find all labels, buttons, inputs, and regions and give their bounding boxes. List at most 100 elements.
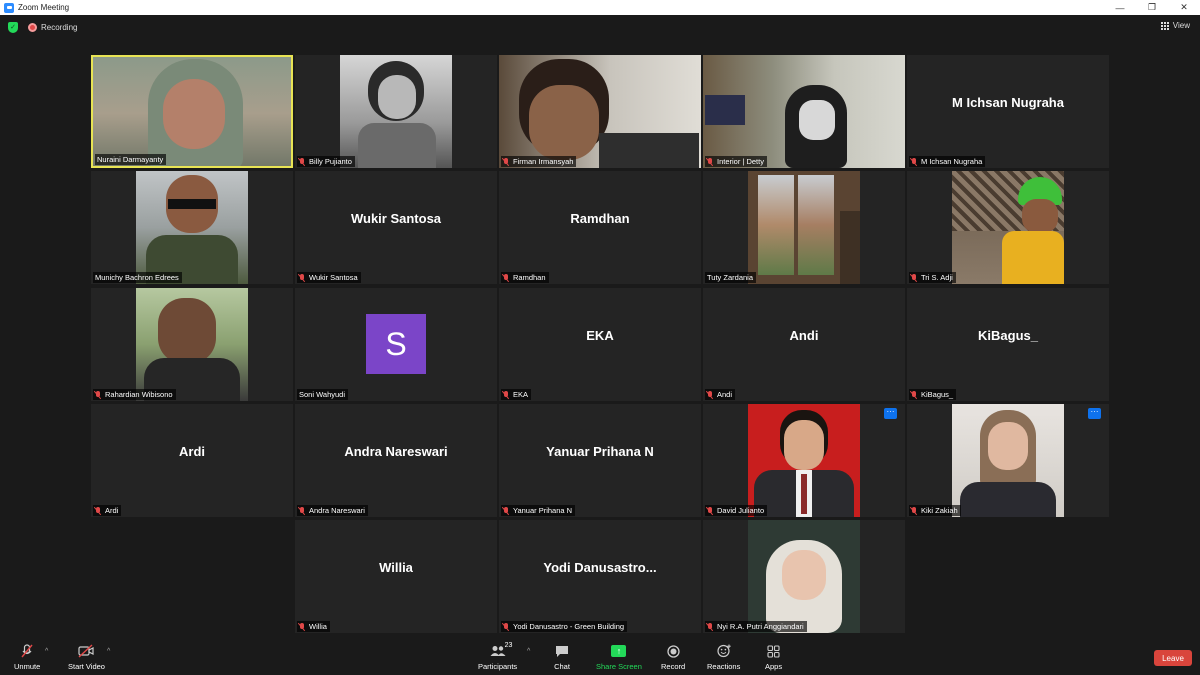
participant-tile[interactable]: Ramdhan Ramdhan [499, 171, 701, 284]
share-screen-label: Share Screen [596, 662, 642, 671]
restore-button[interactable]: ❐ [1136, 0, 1168, 15]
muted-mic-icon [503, 390, 509, 399]
participant-video [952, 404, 1064, 517]
participant-name-label: Interior | Detty [705, 156, 767, 167]
apps-button[interactable]: Apps [765, 644, 782, 671]
start-video-button[interactable]: Start Video [68, 644, 105, 671]
muted-mic-icon [503, 273, 509, 282]
participant-tile[interactable]: Billy Pujianto [295, 55, 497, 168]
muted-mic-icon [503, 622, 509, 631]
leave-button[interactable]: Leave [1154, 650, 1192, 666]
participant-name-label: Wukir Santosa [297, 272, 361, 283]
security-shield-icon[interactable]: ✓ [8, 21, 18, 33]
muted-mic-icon [299, 506, 305, 515]
participant-name-label: KiBagus_ [909, 389, 957, 400]
muted-mic-icon [707, 506, 713, 515]
participants-button[interactable]: 23 Participants [478, 642, 517, 671]
participant-display-name: Wukir Santosa [350, 211, 442, 226]
participant-name-label: Tuty Zardania [705, 272, 756, 283]
grid-view-icon [1160, 21, 1169, 30]
participant-video [136, 171, 248, 284]
participant-video [748, 404, 860, 517]
participant-name-label: Tri S. Adji [909, 272, 956, 283]
more-options-button[interactable]: ··· [884, 408, 897, 419]
participant-display-name: KiBagus_ [978, 328, 1038, 343]
participant-name-label: Billy Pujianto [297, 156, 355, 167]
muted-mic-icon [707, 622, 713, 631]
participant-tile[interactable]: Andi Andi [703, 288, 905, 401]
participants-count: 23 [504, 642, 513, 649]
reactions-button[interactable]: Reactions [707, 644, 740, 671]
unmute-button[interactable]: Unmute [14, 644, 40, 671]
more-options-button[interactable]: ··· [1088, 408, 1101, 419]
participant-tile[interactable]: Andra Nareswari Andra Nareswari [295, 404, 497, 517]
participant-tile[interactable]: EKA EKA [499, 288, 701, 401]
window-title: Zoom Meeting [18, 3, 70, 12]
participant-tile[interactable]: Nyi R.A. Putri Anggiandari [703, 520, 905, 633]
participant-display-name: Ramdhan [570, 211, 630, 226]
record-button[interactable]: Record [661, 644, 685, 671]
participant-tile[interactable]: ··· Kiki Zakiah [907, 404, 1109, 517]
recording-indicator[interactable]: Recording [28, 22, 78, 32]
participant-video [136, 288, 248, 401]
muted-mic-icon [299, 273, 305, 282]
participant-name-label: Firman Irmansyah [501, 156, 577, 167]
participant-tile[interactable]: Nuraini Darmayanty [91, 55, 293, 168]
chat-button[interactable]: Chat [554, 644, 570, 671]
recording-label: Recording [41, 22, 78, 32]
participant-tile[interactable]: Tri S. Adji [907, 171, 1109, 284]
close-button[interactable]: ✕ [1168, 0, 1200, 15]
participant-tile[interactable]: Munichy Bachron Edrees [91, 171, 293, 284]
participant-name-label: Ramdhan [501, 272, 549, 283]
participant-name-label: Soni Wahyudi [297, 389, 348, 400]
chat-icon [554, 644, 570, 658]
video-options-caret[interactable]: ^ [107, 648, 110, 655]
view-button[interactable]: View [1160, 21, 1190, 30]
participant-name-label: Andi [705, 389, 736, 400]
smiley-reaction-icon [716, 644, 732, 658]
share-screen-button[interactable]: ↑ Share Screen [596, 644, 642, 671]
participant-name-label: Kiki Zakiah [909, 505, 961, 516]
participant-tile[interactable]: Firman Irmansyah [499, 55, 701, 168]
participants-options-caret[interactable]: ^ [527, 648, 530, 655]
participant-tile[interactable]: Wukir Santosa Wukir Santosa [295, 171, 497, 284]
minimize-button[interactable]: — [1104, 0, 1136, 15]
participant-name-label: Yanuar Prihana N [501, 505, 576, 516]
participant-tile[interactable]: ··· David Julianto [703, 404, 905, 517]
participant-tile[interactable]: Yanuar Prihana N Yanuar Prihana N [499, 404, 701, 517]
chat-label: Chat [554, 662, 570, 671]
participant-display-name: Ardi [179, 444, 205, 459]
participant-tile[interactable]: Tuty Zardania [703, 171, 905, 284]
meeting-toolbar: Unmute ^ Start Video ^ 23 Participants ^… [0, 640, 1200, 675]
participant-tile[interactable]: S Soni Wahyudi [295, 288, 497, 401]
participant-video [93, 57, 291, 166]
muted-mic-icon [503, 506, 509, 515]
participant-video [703, 55, 905, 168]
reactions-label: Reactions [707, 662, 741, 671]
muted-mic-icon [911, 157, 917, 166]
start-video-label: Start Video [68, 662, 105, 671]
muted-mic-icon [707, 390, 713, 399]
muted-mic-icon [95, 506, 101, 515]
participant-display-name: Willia [379, 560, 413, 575]
participant-tile[interactable]: M Ichsan Nugraha M Ichsan Nugraha [907, 55, 1109, 168]
participant-display-name: Andi [789, 328, 819, 343]
participant-name-label: Nyi R.A. Putri Anggiandari [705, 621, 807, 632]
participant-display-name: Yodi Danusastro... [543, 560, 657, 575]
participant-display-name: Andra Nareswari [344, 444, 448, 459]
participant-tile[interactable]: Yodi Danusastro... Yodi Danusastro - Gre… [499, 520, 701, 633]
participant-tile[interactable]: KiBagus_ KiBagus_ [907, 288, 1109, 401]
audio-options-caret[interactable]: ^ [45, 648, 48, 655]
participant-tile[interactable]: Willia Willia [295, 520, 497, 633]
share-screen-icon: ↑ [611, 644, 627, 658]
muted-mic-icon [911, 506, 917, 515]
participant-tile[interactable]: Interior | Detty [703, 55, 905, 168]
participant-video [340, 55, 452, 168]
participant-tile[interactable]: Ardi Ardi [91, 404, 293, 517]
participant-avatar: S [366, 314, 426, 374]
participant-video [748, 171, 860, 284]
video-off-icon [78, 644, 95, 658]
participant-name-label: David Julianto [705, 505, 768, 516]
participant-tile[interactable]: Rahardian Wibisono [91, 288, 293, 401]
muted-microphone-icon [19, 644, 35, 658]
